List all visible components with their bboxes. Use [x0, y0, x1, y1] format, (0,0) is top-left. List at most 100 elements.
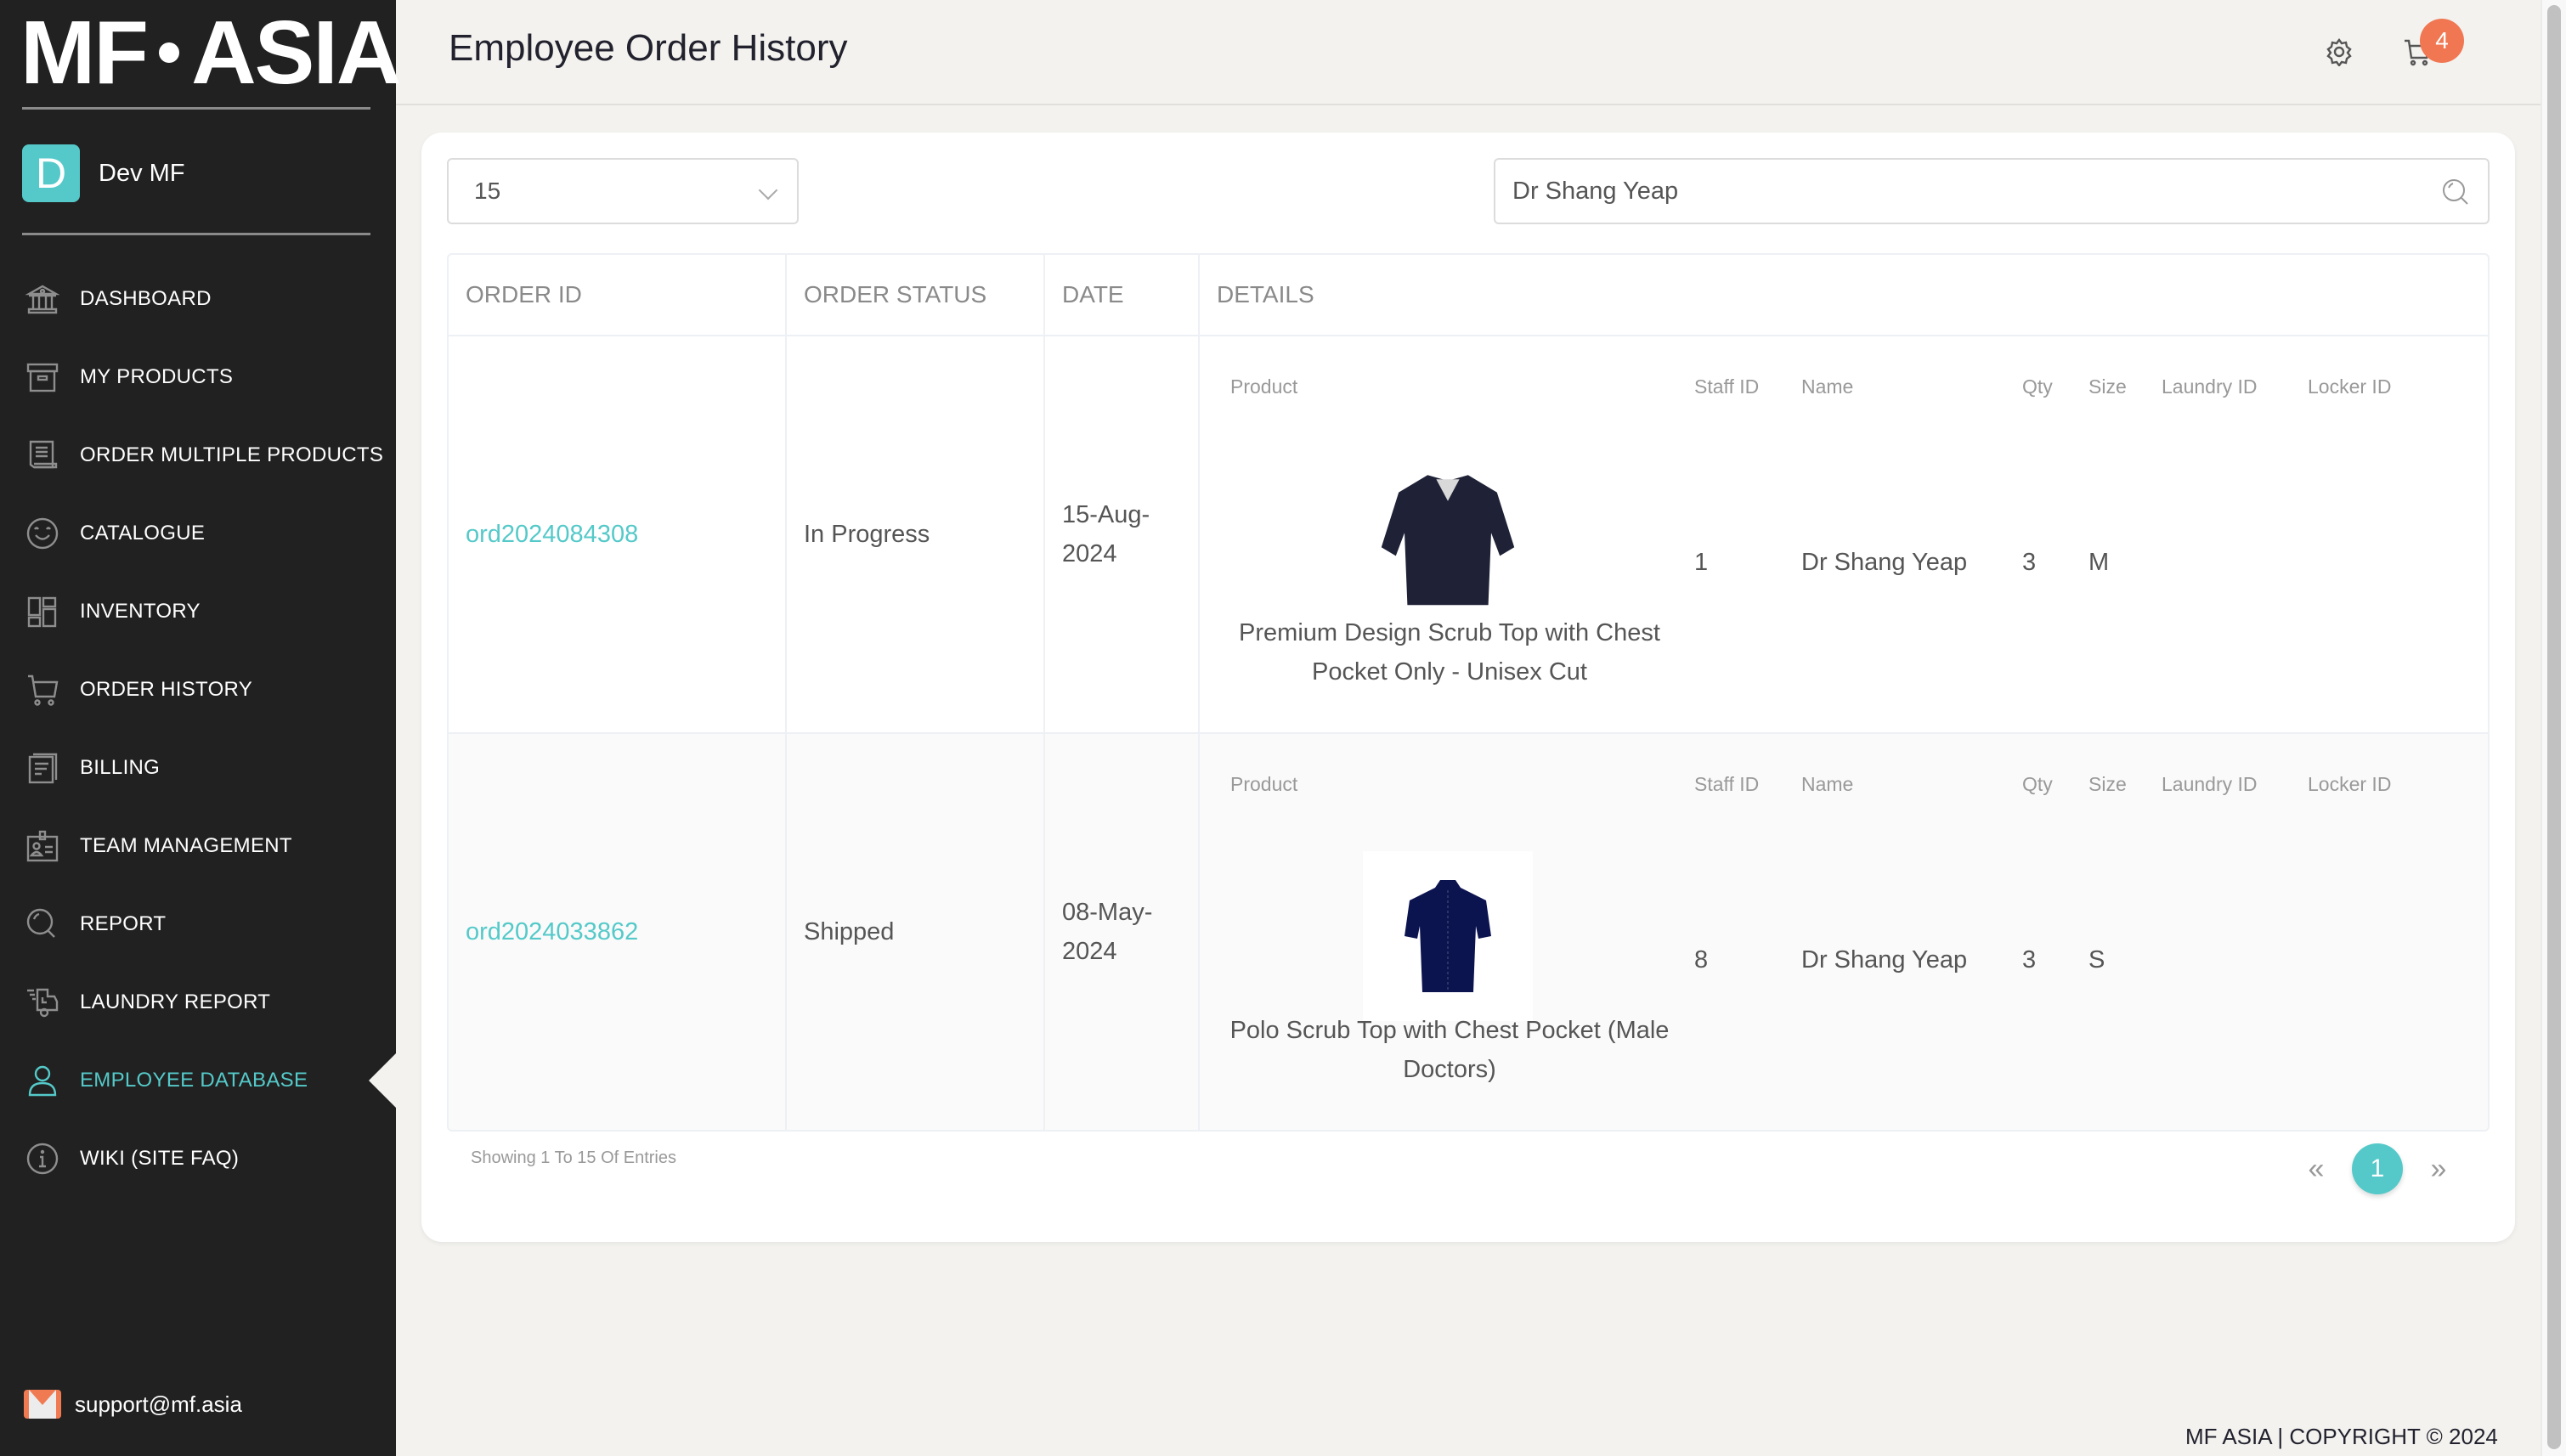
detail-header-staff-id: Staff ID: [1694, 375, 1760, 398]
table-row: ord2024084308 In Progress 15-Aug- 2024 Pr…: [449, 335, 2488, 732]
previous-page-button[interactable]: «: [2291, 1153, 2342, 1186]
search-icon[interactable]: [2440, 177, 2471, 207]
product-image-scrub-top[interactable]: [1363, 454, 1533, 624]
sidebar-item-dashboard[interactable]: DASHBOARD: [0, 260, 396, 338]
cart-icon: [25, 673, 59, 707]
sidebar-item-team-management[interactable]: TEAM MANAGEMENT: [0, 807, 396, 885]
logo-dot: [159, 42, 180, 63]
smiley-icon: [25, 516, 59, 550]
sidebar-item-label: LAUNDRY REPORT: [80, 990, 271, 1013]
sidebar-item-report[interactable]: REPORT: [0, 885, 396, 963]
detail-header-size: Size: [2088, 375, 2127, 398]
gmail-icon: [24, 1390, 61, 1419]
detail-header-size: Size: [2088, 773, 2127, 795]
staff-id: 1: [1694, 549, 1709, 576]
magnifier-icon: [25, 907, 59, 941]
document-icon: [25, 751, 59, 785]
sidebar-item-order-history[interactable]: ORDER HISTORY: [0, 651, 396, 729]
sidebar-item-label: ORDER HISTORY: [80, 678, 253, 701]
sidebar-item-label: MY PRODUCTS: [80, 365, 234, 388]
date-line: 2024: [1062, 938, 1117, 965]
page-title: Employee Order History: [449, 27, 848, 69]
detail-header-name: Name: [1801, 375, 1854, 398]
employee-name: Dr Shang Yeap: [1801, 946, 1968, 973]
sidebar: MF ASIA D Dev MF DASHBOARD MY PRODUCTS O…: [0, 0, 401, 1456]
detail-header-staff-id: Staff ID: [1694, 773, 1760, 795]
logo-text-left: MF: [20, 3, 149, 103]
product-name: Premium Design Scrub Top with Chest Pock…: [1239, 619, 1660, 686]
top-header: Employee Order History 4: [396, 0, 2541, 105]
archive-box-icon: [25, 360, 59, 394]
id-badge-icon: [25, 829, 59, 863]
scrollbar-thumb[interactable]: [2547, 5, 2561, 1449]
date-line: 08-May-: [1062, 899, 1153, 926]
brand-logo[interactable]: MF ASIA: [20, 3, 401, 103]
order-id-link[interactable]: ord2024033862: [466, 918, 638, 946]
table-header-row: ORDER ID ORDER STATUS DATE DETAILS: [449, 255, 2488, 335]
pagination: « 1 »: [2291, 1143, 2464, 1194]
chevron-down-icon: [758, 180, 778, 200]
detail-header-qty: Qty: [2022, 375, 2053, 398]
size: M: [2088, 549, 2110, 576]
sidebar-item-label: WIKI (SITE FAQ): [80, 1147, 240, 1170]
order-status: Shipped: [804, 917, 895, 945]
sidebar-item-wiki[interactable]: WIKI (SITE FAQ): [0, 1120, 396, 1198]
detail-header-product: Product: [1230, 375, 1298, 398]
order-id-link[interactable]: ord2024084308: [466, 521, 638, 549]
column-header-date[interactable]: DATE: [1043, 255, 1198, 335]
page-scrollbar[interactable]: [2541, 0, 2566, 1456]
sidebar-item-inventory[interactable]: INVENTORY: [0, 573, 396, 651]
detail-header-name: Name: [1801, 773, 1854, 795]
product-image-polo-scrub-top[interactable]: [1363, 851, 1533, 1021]
support-email-link[interactable]: support@mf.asia: [24, 1390, 242, 1419]
page-1-button[interactable]: 1: [2352, 1143, 2403, 1194]
search-input[interactable]: [1495, 160, 2488, 223]
detail-header-laundry-id: Laundry ID: [2162, 375, 2258, 398]
quantity: 3: [2022, 549, 2037, 576]
support-email: support@mf.asia: [75, 1391, 242, 1417]
sidebar-item-my-products[interactable]: MY PRODUCTS: [0, 338, 396, 416]
order-details: Product Staff ID Name Qty Size Laundry I…: [1200, 734, 2488, 1130]
column-header-details[interactable]: DETAILS: [1198, 255, 2488, 335]
page-size-value: 15: [474, 178, 501, 204]
size: S: [2088, 946, 2105, 973]
detail-header-locker-id: Locker ID: [2308, 375, 2392, 398]
sidebar-item-label: REPORT: [80, 912, 167, 935]
order-date: 08-May- 2024: [1062, 893, 1152, 971]
staff-id: 8: [1694, 946, 1709, 973]
logo-text-right: ASIA: [191, 3, 401, 103]
delivery-truck-icon: [25, 985, 59, 1019]
orders-table: ORDER ID ORDER STATUS DATE DETAILS ord20…: [447, 253, 2490, 1132]
sidebar-item-label: DASHBOARD: [80, 287, 212, 310]
user-icon: [25, 1064, 59, 1098]
sidebar-item-employee-database[interactable]: EMPLOYEE DATABASE: [0, 1041, 396, 1120]
page-size-select[interactable]: 15: [447, 158, 799, 224]
order-status: In Progress: [804, 520, 930, 548]
search-field[interactable]: [1494, 158, 2490, 224]
sidebar-item-label: BILLING: [80, 756, 161, 779]
employee-name: Dr Shang Yeap: [1801, 549, 1968, 576]
detail-header-product: Product: [1230, 773, 1298, 795]
column-header-order-status[interactable]: ORDER STATUS: [785, 255, 1043, 335]
sidebar-item-laundry-report[interactable]: LAUNDRY REPORT: [0, 963, 396, 1041]
gear-icon[interactable]: [2325, 37, 2354, 67]
order-history-card: 15 ORDER ID ORDER STATUS DATE DETAILS or…: [421, 133, 2515, 1242]
sidebar-item-label: CATALOGUE: [80, 522, 206, 545]
table-row: ord2024033862 Shipped 08-May- 2024 Produc…: [449, 732, 2488, 1130]
user-name: Dev MF: [99, 159, 185, 187]
next-page-button[interactable]: »: [2413, 1153, 2464, 1186]
order-details: Product Staff ID Name Qty Size Laundry I…: [1200, 336, 2488, 732]
cart-count-badge: 4: [2420, 19, 2464, 63]
column-header-order-id[interactable]: ORDER ID: [449, 255, 785, 335]
detail-header-qty: Qty: [2022, 773, 2053, 795]
quantity: 3: [2022, 946, 2037, 973]
sidebar-divider: [22, 107, 370, 110]
sidebar-item-order-multiple-products[interactable]: ORDER MULTIPLE PRODUCTS: [0, 416, 396, 494]
user-profile[interactable]: D Dev MF: [22, 144, 185, 202]
product-name: Polo Scrub Top with Chest Pocket (Male D…: [1229, 1017, 1670, 1083]
sidebar-item-label: EMPLOYEE DATABASE: [80, 1069, 308, 1092]
sidebar-item-catalogue[interactable]: CATALOGUE: [0, 494, 396, 573]
bank-icon: [25, 282, 59, 316]
copyright-footer: MF ASIA | COPYRIGHT © 2024: [2185, 1424, 2498, 1449]
sidebar-item-billing[interactable]: BILLING: [0, 729, 396, 807]
